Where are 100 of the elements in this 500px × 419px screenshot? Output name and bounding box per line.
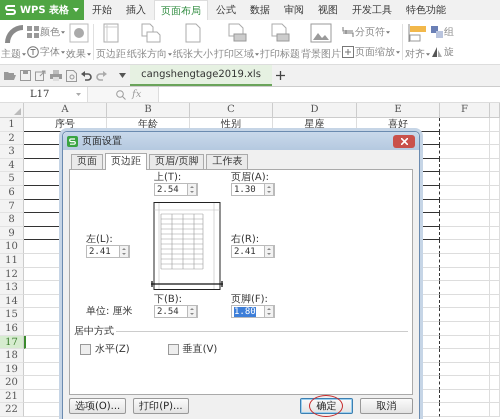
row-header[interactable]: 18 xyxy=(0,349,24,363)
ribbon-button[interactable]: 字体 xyxy=(27,45,65,59)
ribbon-button[interactable]: 纸张大小 xyxy=(173,22,213,62)
row-header[interactable]: 20 xyxy=(0,376,24,390)
table-cell xyxy=(440,281,490,295)
ribbon-button[interactable]: 分页符 xyxy=(342,25,400,39)
row-header[interactable]: 6 xyxy=(0,186,24,200)
row-header[interactable]: 21 xyxy=(0,390,24,404)
ribbon-button[interactable]: 背景图片 xyxy=(301,22,341,62)
row-header[interactable]: 2 xyxy=(0,132,24,146)
row-header[interactable]: 3 xyxy=(0,145,24,159)
table-cell xyxy=(490,226,500,240)
spin-field[interactable]: 2.41 xyxy=(86,245,130,258)
column-header[interactable]: D xyxy=(273,103,357,118)
ribbon-tab[interactable]: 数据 xyxy=(244,0,276,20)
ribbon-button[interactable]: 打印标题 xyxy=(260,22,300,62)
row-header[interactable]: 9 xyxy=(0,226,24,240)
row-header[interactable]: 17 xyxy=(0,336,24,350)
ribbon-tab[interactable]: 插入 xyxy=(120,0,152,20)
dialog-tab[interactable]: 页面 xyxy=(71,154,103,169)
dialog-button[interactable]: 选项(O)... xyxy=(69,398,126,414)
close-button[interactable] xyxy=(393,134,415,148)
table-cell xyxy=(440,186,490,200)
dialog-tab[interactable]: 页眉/页脚 xyxy=(149,154,204,169)
ribbon-tab[interactable]: 开始 xyxy=(86,0,118,20)
ribbon-tab[interactable]: 页面布局 xyxy=(154,0,208,20)
undo-icon[interactable] xyxy=(81,70,92,80)
ribbon-button[interactable]: 页面缩放 xyxy=(342,45,400,59)
ribbon-button[interactable]: 效果 xyxy=(66,22,91,62)
row-header[interactable]: 4 xyxy=(0,158,24,172)
ribbon-tab[interactable]: 特色功能 xyxy=(400,0,452,20)
column-header[interactable]: E xyxy=(357,103,440,118)
row-header[interactable]: 15 xyxy=(0,308,24,322)
row-header[interactable]: 12 xyxy=(0,268,24,282)
print-icon[interactable] xyxy=(50,70,62,81)
field-label: 上(T): xyxy=(154,172,182,183)
page-icon xyxy=(102,23,120,43)
row-header[interactable]: 11 xyxy=(0,254,24,268)
row-header[interactable]: 13 xyxy=(0,281,24,295)
redo-icon[interactable] xyxy=(96,70,107,80)
dialog-tab[interactable]: 工作表 xyxy=(206,154,248,169)
caret-icon xyxy=(386,30,390,34)
column-header[interactable] xyxy=(490,103,500,118)
formula-input[interactable] xyxy=(158,87,500,102)
dialog-tab[interactable]: 页边距 xyxy=(105,153,147,170)
table-cell xyxy=(490,362,500,376)
spin-field[interactable]: 2.54 xyxy=(154,305,198,318)
ribbon-button[interactable]: 组 xyxy=(431,25,454,39)
corner-header[interactable] xyxy=(0,103,24,118)
ribbon-button[interactable]: 打印区域 xyxy=(214,22,259,62)
table-cell xyxy=(490,240,500,254)
column-header[interactable]: A xyxy=(24,103,107,118)
select-all-icon[interactable] xyxy=(14,108,21,115)
save-icon[interactable] xyxy=(20,70,31,81)
name-box[interactable]: L17 xyxy=(0,87,88,102)
dialog-button[interactable]: 确定 xyxy=(300,398,353,414)
open-folder-icon[interactable] xyxy=(4,70,16,80)
row-header[interactable]: 8 xyxy=(0,213,24,227)
spin-field[interactable]: 2.41 xyxy=(231,245,275,258)
table-cell xyxy=(440,200,490,214)
ribbon-button[interactable]: 页边距 xyxy=(96,22,126,62)
spin-field[interactable]: 1.30 xyxy=(231,183,275,196)
dialog-button[interactable]: 取消 xyxy=(360,398,413,414)
ribbon-button[interactable]: 旋 xyxy=(431,45,454,59)
spinner-icon xyxy=(264,183,274,196)
table-cell xyxy=(490,200,500,214)
spin-field[interactable]: 1.80 xyxy=(231,305,275,318)
ribbon-tab[interactable]: 审阅 xyxy=(278,0,310,20)
checkbox[interactable]: 水平(Z) xyxy=(80,342,130,356)
export-icon[interactable] xyxy=(35,70,46,81)
column-header[interactable]: F xyxy=(440,103,490,118)
column-header[interactable]: C xyxy=(190,103,273,118)
checkbox[interactable]: 垂直(V) xyxy=(168,342,218,356)
row-header[interactable]: 7 xyxy=(0,200,24,214)
ribbon-tab[interactable]: 公式 xyxy=(210,0,242,20)
zoom-icon[interactable] xyxy=(116,90,126,100)
table-cell xyxy=(440,226,490,240)
row-header[interactable]: 19 xyxy=(0,362,24,376)
unit-label: 单位: 厘米 xyxy=(86,306,133,317)
ribbon-button[interactable]: 主题 xyxy=(1,22,26,62)
row-header[interactable]: 16 xyxy=(0,322,24,336)
spin-field[interactable]: 2.54 xyxy=(154,183,198,196)
ribbon-button[interactable]: 颜色 xyxy=(27,25,65,39)
ribbon-tab[interactable]: 开发工具 xyxy=(346,0,398,20)
spinner-icon xyxy=(119,245,129,258)
table-cell xyxy=(440,240,490,254)
dialog-button[interactable]: 打印(P)... xyxy=(133,398,189,414)
ribbon-button[interactable]: 对齐 xyxy=(405,22,430,62)
table-cell xyxy=(490,213,500,227)
row-header[interactable]: 5 xyxy=(0,172,24,186)
ribbon-tab[interactable]: 视图 xyxy=(312,0,344,20)
row-header[interactable]: 10 xyxy=(0,240,24,254)
row-header[interactable]: 22 xyxy=(0,403,24,418)
new-tab-icon[interactable] xyxy=(276,71,285,80)
row-header[interactable]: 1 xyxy=(0,118,24,132)
document-tab[interactable]: cangshengtage2019.xls xyxy=(130,65,272,86)
caret-icon[interactable] xyxy=(119,73,126,78)
column-header[interactable]: B xyxy=(107,103,190,118)
row-header[interactable]: 14 xyxy=(0,294,24,308)
ribbon-button[interactable]: 纸张方向 xyxy=(127,22,172,62)
